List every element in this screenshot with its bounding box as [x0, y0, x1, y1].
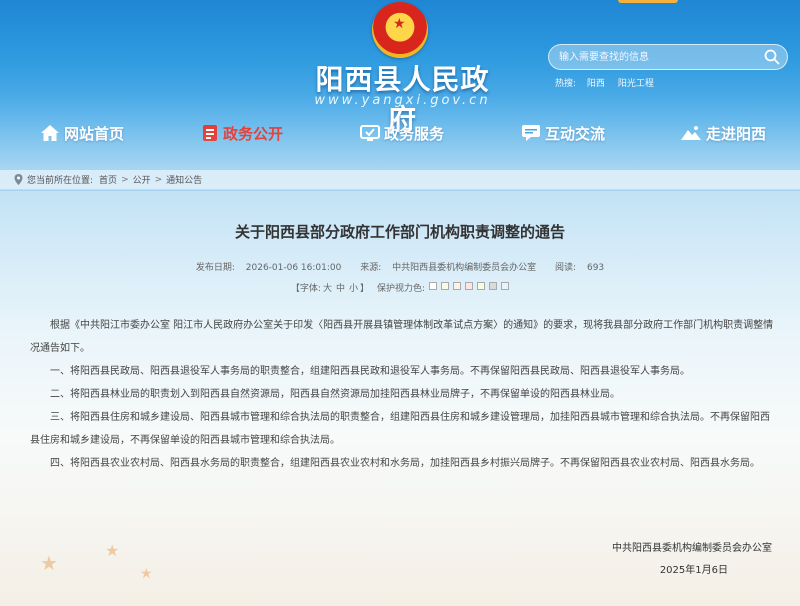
main-nav: 网站首页 政务公开 政务服务 互动交流 走进阳西 [0, 118, 800, 148]
site-title[interactable]: 阳西县人民政府 [305, 58, 500, 138]
article-body: 根据《中共阳江市委办公室 阳江市人民政府办公室关于印发〈阳西县开展县镇管理体制改… [30, 314, 775, 475]
reading-tools: 【字体: 大 中 小 】 保护视力色: [0, 281, 800, 294]
views-label: 阅读: [555, 263, 577, 273]
chat-icon [522, 125, 540, 141]
breadcrumb: 您当前所在位置: 首页 > 公开 > 通知公告 [0, 170, 800, 190]
eye-care-swatch[interactable] [501, 282, 510, 290]
sign-date: 2025年1月6日 [659, 565, 728, 576]
nav-item-label: 互动交流 [545, 124, 606, 143]
article-title: 关于阳西县部分政府工作部门机构职责调整的通告 [234, 223, 565, 241]
nav-item-gov-affairs[interactable]: 政务公开 [201, 122, 283, 144]
nav-item-gov-service[interactable]: 政务服务 [360, 122, 444, 144]
nav-item-about[interactable]: 走进阳西 [680, 122, 766, 144]
breadcrumb-prefix: 您当前所在位置: [27, 176, 94, 186]
starfish-decoration-icon: ★ [40, 551, 58, 575]
eye-care-swatch[interactable] [489, 282, 498, 290]
hot-search: 热搜: 阳西 阳光工程 [555, 76, 664, 89]
view-count: 693 [586, 263, 605, 273]
nav-item-label: 政务公开 [223, 124, 284, 143]
home-icon [41, 125, 59, 141]
document-icon [203, 125, 217, 141]
location-pin-icon [14, 174, 23, 185]
hot-link[interactable]: 阳西 [587, 79, 605, 89]
breadcrumb-notices[interactable]: 通知公告 [166, 173, 202, 186]
search-input[interactable] [559, 49, 759, 66]
article-paragraph: 四、将阳西县农业农村局、阳西县水务局的职责整合，组建阳西县农业农村和水务局，加挂… [50, 458, 760, 469]
article-paragraph: 二、将阳西县林业局的职责划入到阳西县自然资源局，阳西县自然资源局加挂阳西县林业局… [50, 389, 620, 400]
national-emblem-icon: ★ [372, 2, 428, 58]
font-medium-button[interactable]: 中 [336, 281, 345, 294]
breadcrumb-separator: > [154, 174, 163, 185]
date-label: 发布日期: [195, 263, 235, 273]
nav-item-label: 政务服务 [384, 124, 445, 143]
top-accent-bar [618, 0, 678, 3]
font-size-label: 【字体: [290, 284, 321, 294]
landscape-icon [681, 126, 701, 140]
eye-care-swatch[interactable] [477, 282, 486, 290]
eye-care-swatch[interactable] [465, 282, 474, 290]
breadcrumb-public[interactable]: 公开 [133, 173, 151, 186]
article-paragraph: 一、将阳西县民政局、阳西县退役军人事务局的职责整合，组建阳西县民政和退役军人事务… [50, 366, 690, 377]
eye-care-label: 保护视力色: [377, 284, 426, 294]
starfish-decoration-icon: ★ [140, 566, 153, 582]
nav-item-label: 网站首页 [64, 124, 125, 143]
article-paragraph: 三、将阳西县住房和城乡建设局、阳西县城市管理和综合执法局的职责整合，组建阳西县住… [30, 412, 770, 446]
nav-item-interaction[interactable]: 互动交流 [521, 122, 605, 144]
site-url: www.yangxi.gov.cn [314, 93, 491, 108]
article-meta: 发布日期: 2026-01-06 16:01:00 来源: 中共阳西县委机构编制… [0, 260, 800, 273]
signature: 中共阳西县委机构编制委员会办公室 [612, 543, 772, 554]
eye-care-swatches [425, 282, 510, 293]
starfish-decoration-icon: ★ [105, 541, 120, 560]
publish-date: 2026-01-06 16:01:00 [245, 263, 342, 273]
article-container: ★ ★ ★ 关于阳西县部分政府工作部门机构职责调整的通告 发布日期: 2026-… [0, 191, 800, 606]
nav-item-home[interactable]: 网站首页 [40, 122, 124, 144]
eye-care-swatch[interactable] [441, 282, 450, 290]
font-size-end: 】 [360, 284, 370, 294]
nav-item-label: 走进阳西 [706, 124, 767, 143]
site-header: ★ 阳西县人民政府 www.yangxi.gov.cn 热搜: 阳西 阳光工程 … [0, 0, 800, 170]
font-large-button[interactable]: 大 [323, 281, 332, 294]
breadcrumb-home[interactable]: 首页 [99, 173, 117, 186]
article-paragraph: 根据《中共阳江市委办公室 阳江市人民政府办公室关于印发〈阳西县开展县镇管理体制改… [30, 320, 774, 354]
search-box [548, 44, 788, 70]
font-small-button[interactable]: 小 [349, 281, 358, 294]
breadcrumb-separator: > [121, 174, 129, 185]
service-icon [360, 125, 380, 141]
eye-care-swatch[interactable] [429, 282, 438, 290]
source: 中共阳西县委机构编制委员会办公室 [392, 263, 537, 273]
hot-search-label: 热搜: [555, 79, 577, 89]
search-icon[interactable] [763, 48, 781, 66]
source-label: 来源: [360, 263, 382, 273]
eye-care-swatch[interactable] [453, 282, 462, 290]
hot-link[interactable]: 阳光工程 [618, 79, 654, 89]
